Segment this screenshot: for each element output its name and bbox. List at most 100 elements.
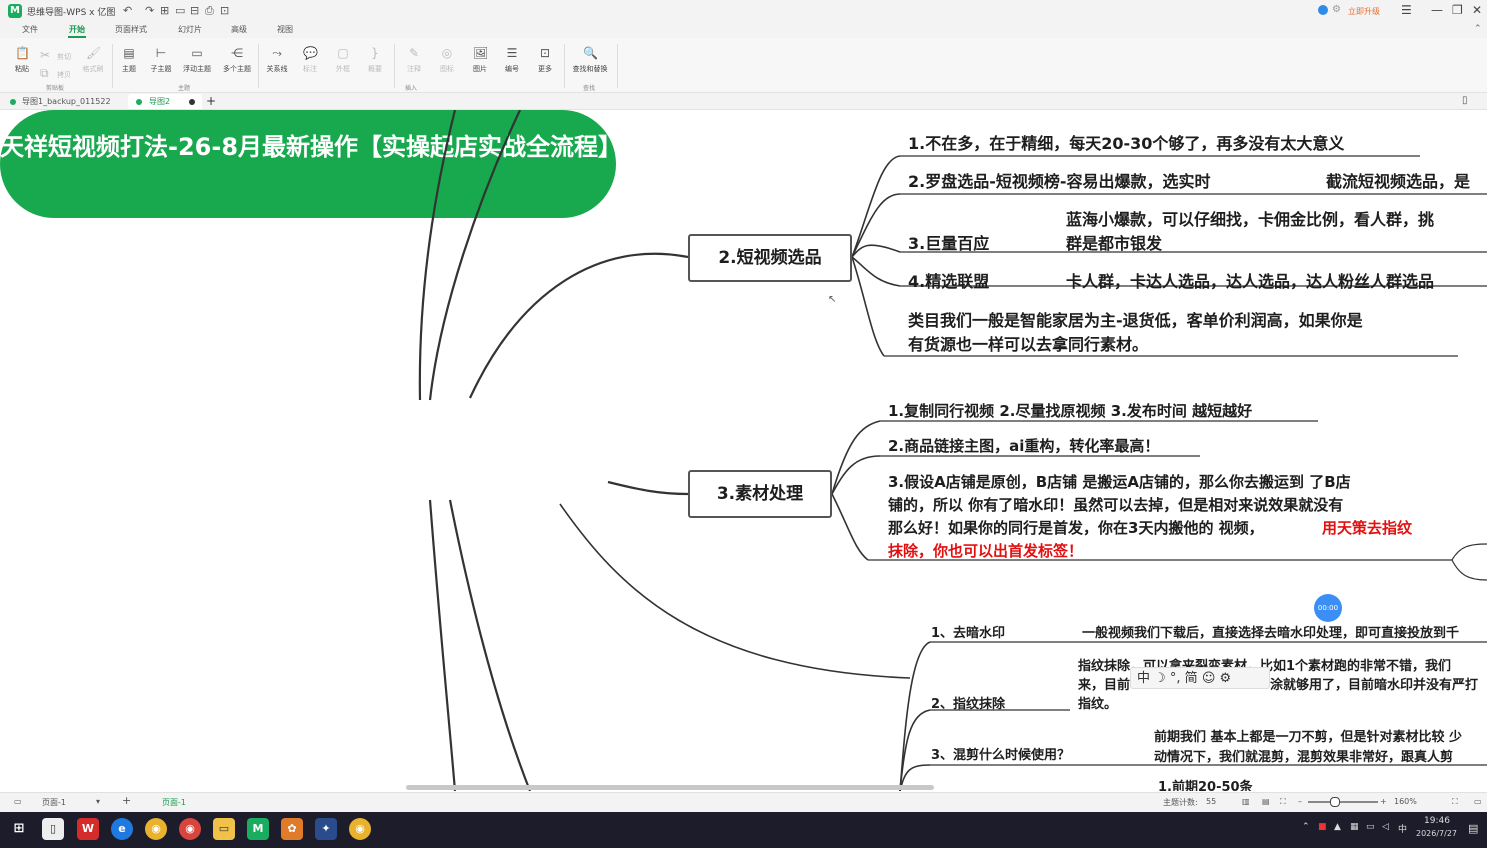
print-icon[interactable]: ⎙	[205, 4, 214, 18]
save-icon[interactable]: ⊟	[190, 4, 199, 17]
relation-line-button[interactable]: ⤳ 关系线	[260, 46, 294, 74]
tray-overflow-icon[interactable]: ⌃	[1302, 822, 1310, 832]
upgrade-link[interactable]: 立即升级	[1348, 6, 1380, 17]
tray-display-icon[interactable]: ▭	[1366, 822, 1375, 832]
doc-tab-backup[interactable]: 导图1_backup_011522	[22, 96, 111, 107]
topic-item[interactable]: 有货源也一样可以去拿同行素材。	[908, 331, 1148, 355]
wps-icon[interactable]: W	[77, 818, 99, 840]
chrome-profile-icon[interactable]: ◉	[179, 818, 201, 840]
topic-item[interactable]: 3.假设A店铺是原创，B店铺 是搬运A店铺的，那么你去搬运到 了B店	[888, 471, 1351, 492]
collapse-ribbon-icon[interactable]: ⌃	[1474, 24, 1482, 34]
topic-item[interactable]: 3、混剪什么时候使用？	[931, 744, 1070, 763]
topic-item[interactable]: 截流短视频选品，是	[1326, 168, 1470, 192]
presentation-icon[interactable]: ▭	[1474, 797, 1482, 806]
notification-icon[interactable]: ▤	[1468, 822, 1478, 835]
volume-icon[interactable]: ◁	[1382, 822, 1389, 832]
new-icon[interactable]: ⊞	[160, 4, 169, 17]
restore-icon[interactable]: ❐	[1452, 3, 1463, 17]
boundary-button[interactable]: ▢ 外框	[326, 46, 360, 74]
topic-item[interactable]: 2、指纹抹除	[931, 693, 1005, 712]
language-indicator[interactable]: 中	[1398, 822, 1407, 835]
tab-home[interactable]: 开始	[69, 24, 85, 35]
topic-item[interactable]: 3.巨量百应	[908, 230, 989, 254]
outline-icon[interactable]: ▤	[1262, 797, 1270, 806]
minimize-icon[interactable]: —	[1431, 3, 1443, 17]
clock-date[interactable]: 2026/7/27	[1416, 829, 1457, 838]
tab-page-style[interactable]: 页面样式	[115, 24, 147, 35]
float-topic-button[interactable]: ▭ 浮动主题	[180, 46, 214, 74]
export-icon[interactable]: ⊡	[220, 4, 229, 17]
zoom-slider[interactable]	[1308, 801, 1378, 803]
topic-item[interactable]: 来，目前	[1078, 674, 1130, 693]
doc-tab-map2[interactable]: 导图2	[149, 96, 170, 107]
redo-icon[interactable]: ↷	[145, 4, 154, 17]
topic-item[interactable]: 卡人群，卡达人选品，达人选品，达人粉丝人群选品	[1066, 268, 1434, 292]
zoom-slider-handle[interactable]	[1330, 797, 1340, 807]
zoom-out-icon[interactable]: –	[1298, 797, 1302, 806]
open-icon[interactable]: ▭	[175, 4, 185, 17]
zoom-in-icon[interactable]: +	[1380, 797, 1387, 806]
file-icon[interactable]: ▯	[42, 818, 64, 840]
summary-button[interactable]: } 概要	[358, 46, 392, 74]
format-painter-button[interactable]: 🖌 格式刷	[76, 46, 110, 74]
page-dropdown-icon[interactable]: ▾	[96, 797, 100, 806]
edge-browser-icon[interactable]: e	[111, 818, 133, 840]
ime-toolbar[interactable]: 中 ☽ °, 简 ☺ ⚙	[1130, 667, 1270, 689]
topic-item[interactable]: 前期我们 基本上都是一刀不剪，但是针对素材比较 少	[1154, 726, 1462, 745]
more-button[interactable]: ⊡ 更多	[528, 46, 562, 74]
close-icon[interactable]: ✕	[1472, 3, 1482, 17]
horizontal-scrollbar[interactable]	[406, 785, 934, 790]
chrome-icon[interactable]: ◉	[349, 818, 371, 840]
game-app-icon[interactable]: ✿	[281, 818, 303, 840]
topic-item[interactable]: 一般视频我们下载后，直接选择去暗水印处理，即可直接投放到千	[1082, 622, 1459, 641]
topic-item[interactable]: 动情况下，我们就混剪，混剪效果非常好，跟真人剪	[1154, 746, 1453, 765]
tab-slides[interactable]: 幻灯片	[178, 24, 202, 35]
topic-item[interactable]: 1.不在多，在于精细，每天20-30个够了，再多没有太大意义	[908, 130, 1344, 154]
tray-network-icon[interactable]: ▦	[1350, 822, 1359, 832]
chrome-icon[interactable]: ◉	[145, 818, 167, 840]
topic-item[interactable]: 群是都市银发	[1066, 230, 1162, 254]
mindmap-canvas[interactable]: 天祥短视频打法-26-8月最新操作【实操起店实战全流程】 2.短视频选品 1.不…	[0, 110, 1487, 791]
tab-view[interactable]: 视图	[277, 24, 293, 35]
menu-icon[interactable]: ☰	[1401, 3, 1412, 17]
topic-item[interactable]: 1.前期20-50条	[1158, 776, 1253, 791]
settings-gear-icon[interactable]: ⚙	[1332, 4, 1341, 15]
find-replace-button[interactable]: 🔍 查找和替换	[568, 46, 612, 74]
topic-button[interactable]: ▤ 主题	[112, 46, 146, 74]
clock-time[interactable]: 19:46	[1424, 816, 1450, 826]
branch-short-video-selection[interactable]: 2.短视频选品	[688, 234, 852, 282]
file-explorer-icon[interactable]: ▭	[213, 818, 235, 840]
topic-item[interactable]: 2.商品链接主图，ai重构，转化率最高！	[888, 435, 1159, 456]
add-tab-button[interactable]: +	[206, 94, 216, 108]
highlight-text[interactable]: 用天策去指纹	[1322, 517, 1412, 538]
image-button[interactable]: 🖼 图片	[463, 46, 497, 74]
zoom-level[interactable]: 160%	[1394, 797, 1417, 806]
undo-icon[interactable]: ↶	[123, 4, 132, 17]
view-mode-icon[interactable]: ▥	[1242, 797, 1250, 806]
callout-button[interactable]: 💬 标注	[293, 46, 327, 74]
fullscreen-icon[interactable]: ⛶	[1452, 797, 1458, 807]
pin-app-icon[interactable]: ✦	[315, 818, 337, 840]
page-selector[interactable]: 页面-1	[42, 797, 66, 808]
tab-file[interactable]: 文件	[22, 24, 38, 35]
topic-item[interactable]: 4.精选联盟	[908, 268, 989, 292]
fit-icon[interactable]: ⛶	[1280, 797, 1286, 807]
topic-item[interactable]: 那么好！如果你的同行是首发，你在3天内搬他的 视频，	[888, 517, 1264, 538]
panel-toggle-icon[interactable]: ▯	[1462, 95, 1468, 106]
branch-material-processing[interactable]: 3.素材处理	[688, 470, 832, 518]
copy-button[interactable]: ⧉ 拷贝	[40, 62, 80, 81]
start-icon[interactable]: ⊞	[8, 818, 30, 840]
topic-item[interactable]: 涂就够用了，目前暗水印并没有严打	[1270, 674, 1478, 693]
tray-app-icon[interactable]: ■	[1318, 822, 1327, 832]
tray-security-icon[interactable]: ▲	[1334, 822, 1341, 832]
account-avatar[interactable]	[1318, 5, 1328, 15]
tab-advanced[interactable]: 高级	[231, 24, 247, 35]
cut-button[interactable]: ✂ 剪切	[40, 44, 80, 63]
multi-topic-button[interactable]: ⋲ 多个主题	[220, 46, 254, 74]
topic-item[interactable]: 类目我们一般是智能家居为主-退货低，客单价利润高，如果你是	[908, 307, 1363, 331]
note-button[interactable]: ✎ 注释	[397, 46, 431, 74]
paste-button[interactable]: 📋 粘贴	[5, 46, 39, 74]
mark-button[interactable]: ◎ 图标	[430, 46, 464, 74]
subtopic-button[interactable]: ⊢ 子主题	[144, 46, 178, 74]
page-list-icon[interactable]: ▭	[14, 797, 22, 806]
